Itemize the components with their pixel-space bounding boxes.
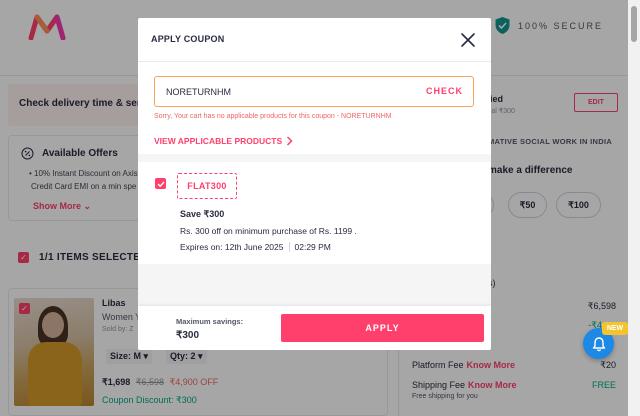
max-savings-label: Maximum savings: <box>176 317 244 326</box>
max-savings-value: ₹300 <box>176 330 200 341</box>
section-band <box>138 154 491 162</box>
check-icon <box>157 181 165 187</box>
apply-coupon-button[interactable]: APPLY <box>281 314 484 342</box>
coupon-code-badge: FLAT300 <box>177 173 237 199</box>
close-icon[interactable] <box>460 32 476 48</box>
modal-empty-area <box>138 264 491 306</box>
bell-icon <box>592 336 605 351</box>
coupon-input-wrapper: CHECK <box>154 76 474 107</box>
coupon-code-input[interactable] <box>155 77 405 106</box>
modal-title: APPLY COUPON <box>151 34 225 44</box>
coupon-expiry-time: 02:29 PM <box>294 242 331 252</box>
coupon-expiry-date: Expires on: 12th June 2025 <box>180 242 284 252</box>
scrollbar-thumb[interactable] <box>631 6 637 42</box>
apply-coupon-modal: APPLY COUPON CHECK Sorry, Your cart has … <box>138 18 491 350</box>
coupon-error-message: Sorry, Your cart has no applicable produ… <box>154 113 392 120</box>
page-scrollbar[interactable] <box>628 0 640 416</box>
chevron-right-icon <box>287 136 293 146</box>
modal-footer: Maximum savings: ₹300 APPLY <box>138 306 491 350</box>
coupon-expiry: Expires on: 12th June 2025 02:29 PM <box>180 242 331 252</box>
modal-header: APPLY COUPON <box>138 18 491 62</box>
view-applicable-products-link[interactable]: VIEW APPLICABLE PRODUCTS <box>154 136 293 146</box>
new-badge: NEW <box>602 322 628 335</box>
coupon-save-amount: Save ₹300 <box>180 209 225 219</box>
coupon-description: Rs. 300 off on minimum purchase of Rs. 1… <box>180 226 357 236</box>
coupon-checkbox[interactable] <box>155 178 166 189</box>
check-coupon-button[interactable]: CHECK <box>426 86 463 96</box>
